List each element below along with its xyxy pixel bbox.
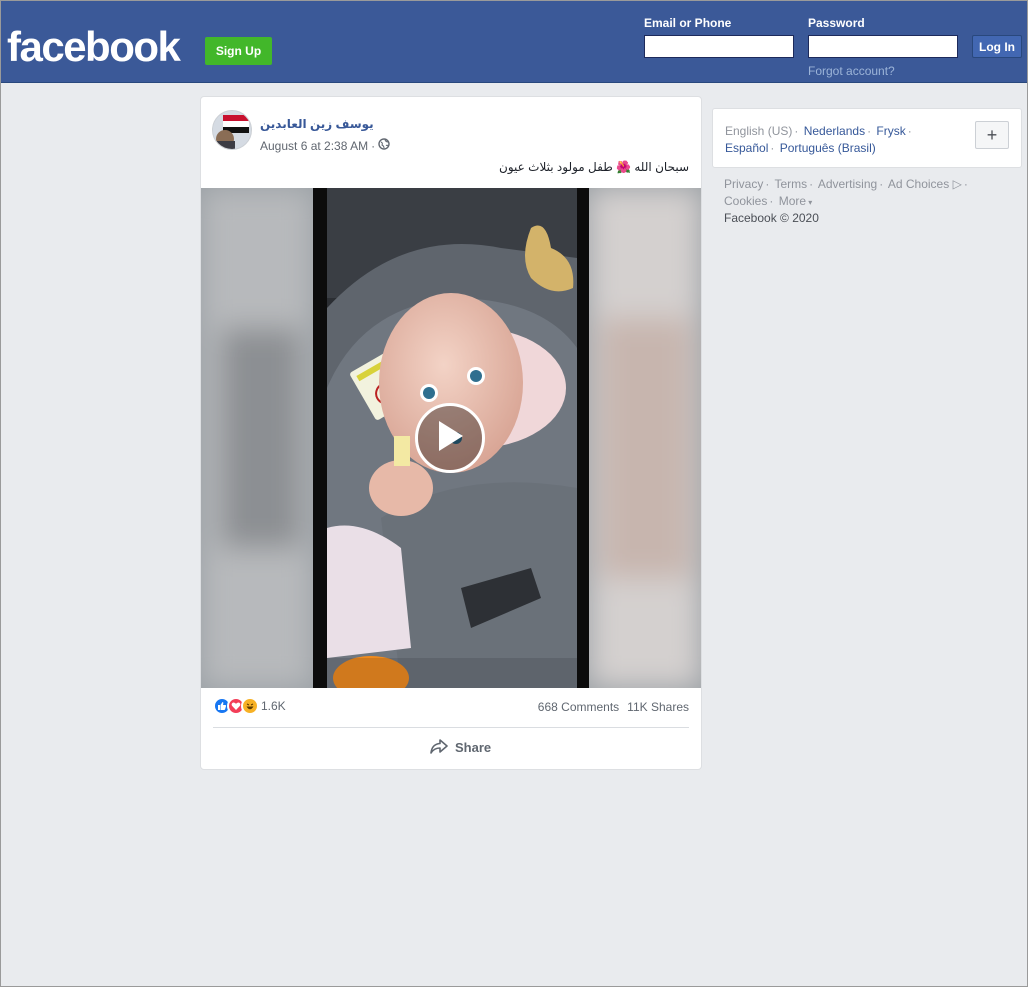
language-espanol[interactable]: Español xyxy=(725,141,768,155)
shares-count[interactable]: 11K Shares xyxy=(627,700,689,714)
footer-ad-choices[interactable]: Ad Choices ▷ xyxy=(888,177,962,191)
post-timestamp[interactable]: August 6 at 2:38 AM xyxy=(260,139,368,153)
log-in-button[interactable]: Log In xyxy=(972,35,1022,58)
post-meta: August 6 at 2:38 AM · xyxy=(260,138,390,153)
avatar[interactable] xyxy=(212,110,252,150)
post-author-name[interactable]: يوسف زين العابدين xyxy=(260,117,374,131)
language-selector: English (US) · Nederlands · Frysk · Español… xyxy=(712,108,1022,168)
language-nederlands[interactable]: Nederlands xyxy=(804,124,865,138)
facebook-logo[interactable]: facebook xyxy=(7,23,181,71)
password-label: Password xyxy=(808,16,865,30)
top-bar: facebook Sign Up Email or Phone Password… xyxy=(1,1,1027,83)
footer-terms[interactable]: Terms xyxy=(774,177,807,191)
avatar-image xyxy=(213,111,251,149)
add-language-button[interactable]: + xyxy=(975,121,1009,149)
footer-cookies[interactable]: Cookies xyxy=(724,194,767,208)
reactions-count: 1.6K xyxy=(261,699,286,713)
post-card: يوسف زين العابدين August 6 at 2:38 AM · … xyxy=(200,96,702,770)
email-field[interactable] xyxy=(644,35,794,58)
share-label: Share xyxy=(455,740,492,755)
share-button[interactable]: Share xyxy=(429,738,491,757)
current-language: English (US) xyxy=(725,124,793,138)
forgot-account-link[interactable]: Forgot account? xyxy=(808,64,895,78)
share-icon xyxy=(429,738,449,757)
divider xyxy=(213,727,689,728)
play-button[interactable] xyxy=(415,403,485,473)
footer-more[interactable]: More ▾ xyxy=(779,194,813,208)
reactions-summary[interactable]: 1.6K xyxy=(213,697,286,715)
language-list: English (US) · Nederlands · Frysk · Español… xyxy=(725,124,912,155)
ad-choices-icon: ▷ xyxy=(952,177,962,191)
password-field[interactable] xyxy=(808,35,958,58)
email-label: Email or Phone xyxy=(644,16,732,30)
caret-down-icon: ▾ xyxy=(806,198,813,207)
sign-up-button[interactable]: Sign Up xyxy=(205,37,272,65)
copyright: Facebook © 2020 xyxy=(724,211,819,225)
footer-links: Privacy · Terms · Advertising · Ad Choices … xyxy=(724,177,968,208)
globe-icon[interactable] xyxy=(378,138,390,153)
comments-count[interactable]: 668 Comments xyxy=(538,700,619,714)
language-portugues-brasil[interactable]: Português (Brasil) xyxy=(780,141,876,155)
haha-icon xyxy=(241,697,259,715)
play-icon xyxy=(435,419,465,458)
video-player[interactable] xyxy=(201,188,701,688)
footer-advertising[interactable]: Advertising xyxy=(818,177,877,191)
footer-privacy[interactable]: Privacy xyxy=(724,177,763,191)
reaction-icons xyxy=(213,697,259,715)
engagement-counts: 668 Comments 11K Shares xyxy=(538,700,689,714)
language-frysk[interactable]: Frysk xyxy=(876,124,905,138)
post-text: سبحان الله 🌺 طفل مولود بثلاث عيون xyxy=(499,160,689,174)
